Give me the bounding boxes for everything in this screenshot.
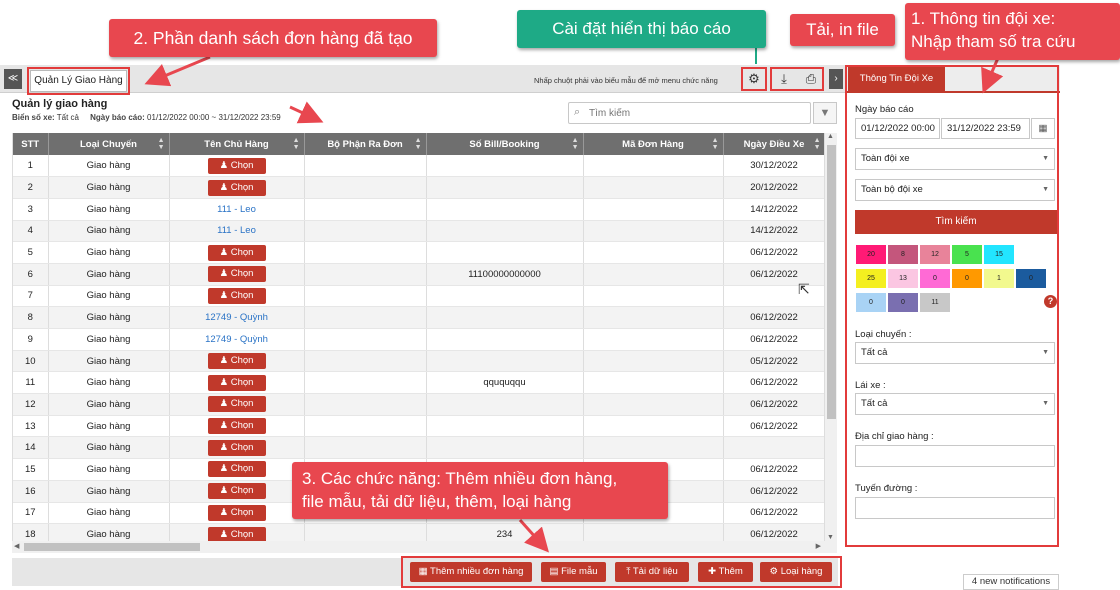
arrow-to-tab [144,55,211,87]
callout-fleet-line2: Nhập tham số tra cứu [911,32,1076,51]
arrow-to-list [289,101,324,124]
callout-fleet-info: 1. Thông tin đội xe: Nhập tham số tra cứ… [905,3,1120,60]
arrow-to-actions [518,519,549,553]
callout-fleet-line1: 1. Thông tin đội xe: [911,9,1056,28]
callout-order-list: 2. Phần danh sách đơn hàng đã tạo [109,19,437,57]
callout-functions-line1: 3. Các chức năng: Thêm nhiều đơn hàng, [302,469,618,488]
callout-functions: 3. Các chức năng: Thêm nhiều đơn hàng, f… [292,462,668,519]
callout-functions-line2: file mẫu, tải dữ liệu, thêm, loại hàng [302,492,572,511]
callout-download-print: Tải, in file [790,14,895,46]
arrow-to-fleet [981,57,1004,94]
callout-report-settings: Cài đặt hiển thị báo cáo [517,10,766,48]
